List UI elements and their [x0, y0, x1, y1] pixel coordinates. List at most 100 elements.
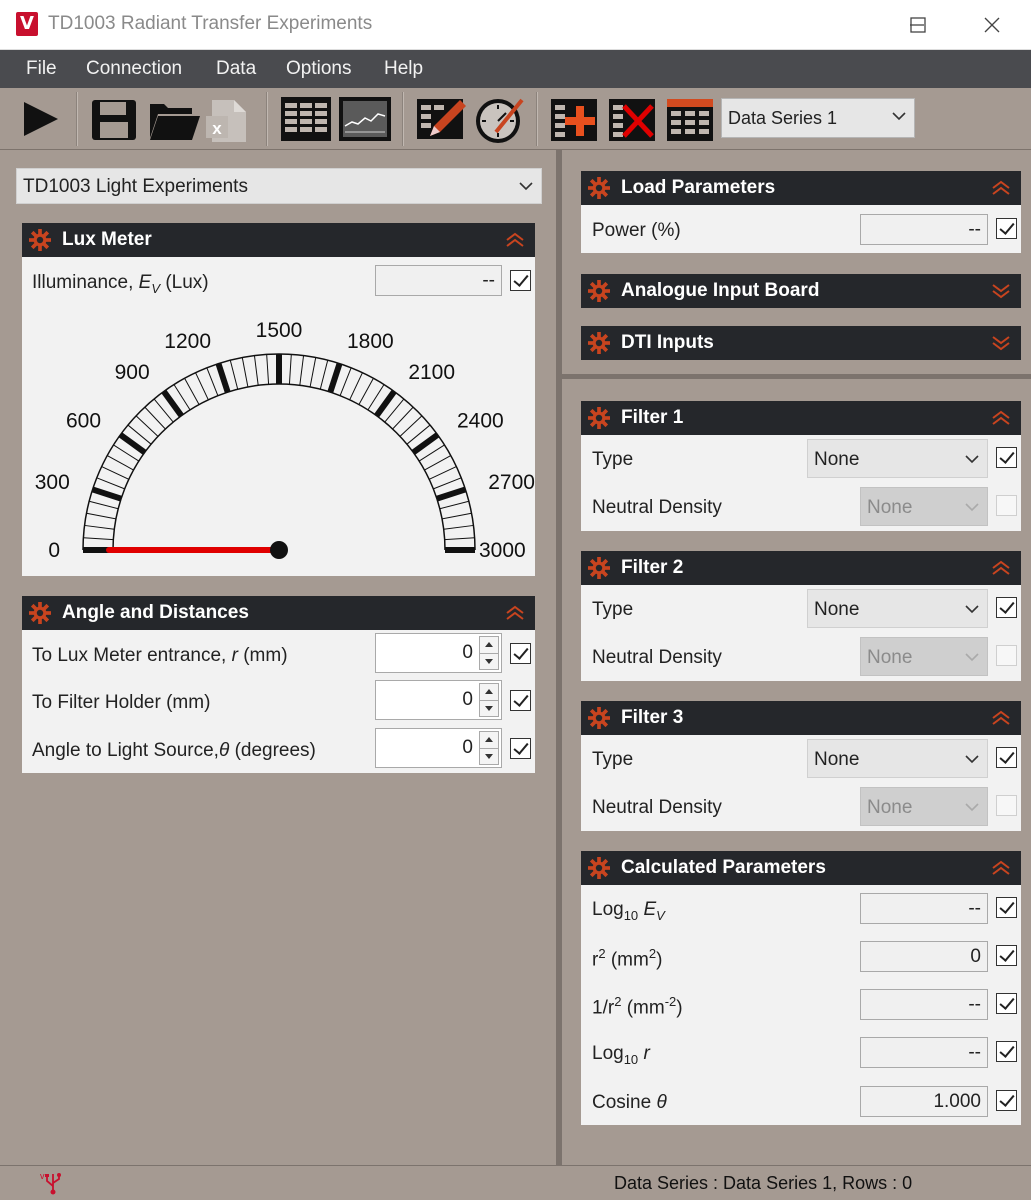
right-pane-divider[interactable]: [562, 374, 1031, 379]
angle-source-spinner[interactable]: [479, 731, 499, 765]
calculated-parameters-header[interactable]: Calculated Parameters: [581, 851, 1021, 885]
inverse-r-squared-checkbox[interactable]: [996, 993, 1017, 1014]
filter-2-type-label: Type: [592, 599, 634, 620]
gauge-minor-tick: [83, 537, 114, 541]
analogue-input-header[interactable]: Analogue Input Board: [581, 274, 1021, 308]
table-view-icon[interactable]: [280, 94, 332, 144]
filter-3-header[interactable]: Filter 3: [581, 701, 1021, 735]
title-bar: TD1003 Radiant Transfer Experiments: [0, 0, 1031, 50]
lux-meter-header[interactable]: Lux Meter: [22, 223, 535, 257]
menu-help[interactable]: Help: [384, 58, 423, 80]
filter-2-header[interactable]: Filter 2: [581, 551, 1021, 585]
menu-file[interactable]: File: [26, 58, 57, 80]
collapse-icon[interactable]: [991, 560, 1011, 576]
graph-view-icon[interactable]: [338, 94, 392, 144]
gauge-minor-tick: [184, 378, 200, 405]
timer-icon[interactable]: [472, 94, 526, 144]
filter-2-nd-checkbox[interactable]: [996, 645, 1017, 666]
menu-connection[interactable]: Connection: [86, 58, 182, 80]
gear-icon[interactable]: [588, 857, 610, 879]
illuminance-label: Illuminance, EV (Lux): [32, 272, 209, 296]
play-icon[interactable]: [18, 94, 62, 144]
gear-icon[interactable]: [29, 229, 51, 251]
log-ev-checkbox[interactable]: [996, 897, 1017, 918]
filter-2-nd-label: Neutral Density: [592, 647, 722, 668]
filter-3-type-checkbox[interactable]: [996, 747, 1017, 768]
gear-icon[interactable]: [588, 332, 610, 354]
angle-source-input[interactable]: 0: [375, 728, 502, 768]
svg-text:v: v: [40, 1171, 45, 1181]
filter-2-type-select[interactable]: None: [807, 589, 988, 628]
gear-icon[interactable]: [588, 707, 610, 729]
illuminance-value: --: [375, 265, 502, 296]
gauge-minor-tick: [441, 512, 472, 520]
edit-table-icon[interactable]: [416, 94, 468, 144]
collapse-icon[interactable]: [991, 710, 1011, 726]
gauge-minor-tick: [229, 360, 239, 390]
close-button[interactable]: [977, 10, 1007, 40]
filter-2-nd-select[interactable]: None: [860, 637, 988, 676]
menu-data[interactable]: Data: [216, 58, 256, 80]
gear-icon[interactable]: [588, 280, 610, 302]
maximize-button[interactable]: [903, 10, 933, 40]
r-squared-value: 0: [860, 941, 988, 972]
collapse-icon[interactable]: [991, 860, 1011, 876]
export-excel-icon[interactable]: x: [204, 94, 252, 144]
gauge-major-tick: [118, 432, 147, 455]
filter-3-nd-select[interactable]: None: [860, 787, 988, 826]
load-parameters-header[interactable]: Load Parameters: [581, 171, 1021, 205]
r-squared-checkbox[interactable]: [996, 945, 1017, 966]
filter-1-nd-checkbox[interactable]: [996, 495, 1017, 516]
lux-entrance-checkbox[interactable]: [510, 643, 531, 664]
log-r-checkbox[interactable]: [996, 1041, 1017, 1062]
lux-entrance-input[interactable]: 0: [375, 633, 502, 673]
gear-icon[interactable]: [588, 177, 610, 199]
filter-holder-input[interactable]: 0: [375, 680, 502, 720]
series-table-icon[interactable]: [666, 94, 716, 144]
chevron-down-icon: [965, 502, 979, 511]
collapse-icon[interactable]: [991, 180, 1011, 196]
experiment-select[interactable]: TD1003 Light Experiments: [16, 168, 542, 204]
menu-options[interactable]: Options: [286, 58, 351, 80]
filter-1-header[interactable]: Filter 1: [581, 401, 1021, 435]
filter-2-type-checkbox[interactable]: [996, 597, 1017, 618]
filter-3-nd-checkbox[interactable]: [996, 795, 1017, 816]
delete-series-icon[interactable]: [608, 94, 658, 144]
dti-inputs-header[interactable]: DTI Inputs: [581, 326, 1021, 360]
angle-source-checkbox[interactable]: [510, 738, 531, 759]
pane-divider[interactable]: [556, 150, 562, 1165]
gear-icon[interactable]: [29, 602, 51, 624]
gauge-minor-tick: [424, 455, 451, 471]
filter-1-type-select[interactable]: None: [807, 439, 988, 478]
filter-holder-spinner[interactable]: [479, 683, 499, 717]
gear-icon[interactable]: [588, 557, 610, 579]
load-parameters-title: Load Parameters: [621, 177, 776, 198]
gauge-minor-tick: [309, 357, 317, 388]
log-ev-value: --: [860, 893, 988, 924]
data-series-select[interactable]: Data Series 1: [721, 98, 915, 138]
add-series-icon[interactable]: [550, 94, 600, 144]
expand-icon[interactable]: [991, 283, 1011, 299]
filter-3-type-select[interactable]: None: [807, 739, 988, 778]
gauge-minor-tick: [253, 355, 259, 386]
filter-1-type-checkbox[interactable]: [996, 447, 1017, 468]
collapse-icon[interactable]: [505, 232, 525, 248]
lux-entrance-spinner[interactable]: [479, 636, 499, 670]
power-checkbox[interactable]: [996, 218, 1017, 239]
open-folder-icon[interactable]: [146, 94, 202, 144]
cosine-theta-checkbox[interactable]: [996, 1090, 1017, 1111]
gear-icon[interactable]: [588, 407, 610, 429]
gauge-major-tick: [374, 389, 397, 418]
angle-distances-header[interactable]: Angle and Distances: [22, 596, 535, 630]
filter-holder-checkbox[interactable]: [510, 690, 531, 711]
expand-icon[interactable]: [991, 335, 1011, 351]
illuminance-checkbox[interactable]: [510, 270, 531, 291]
filter-3-type-label: Type: [592, 749, 634, 770]
collapse-icon[interactable]: [991, 410, 1011, 426]
save-icon[interactable]: [90, 94, 138, 144]
collapse-icon[interactable]: [505, 605, 525, 621]
filter-1-nd-select[interactable]: None: [860, 487, 988, 526]
dti-inputs-title: DTI Inputs: [621, 332, 714, 353]
filter-1-nd-value: None: [867, 497, 913, 518]
log-r-label: Log10 r: [592, 1043, 650, 1067]
